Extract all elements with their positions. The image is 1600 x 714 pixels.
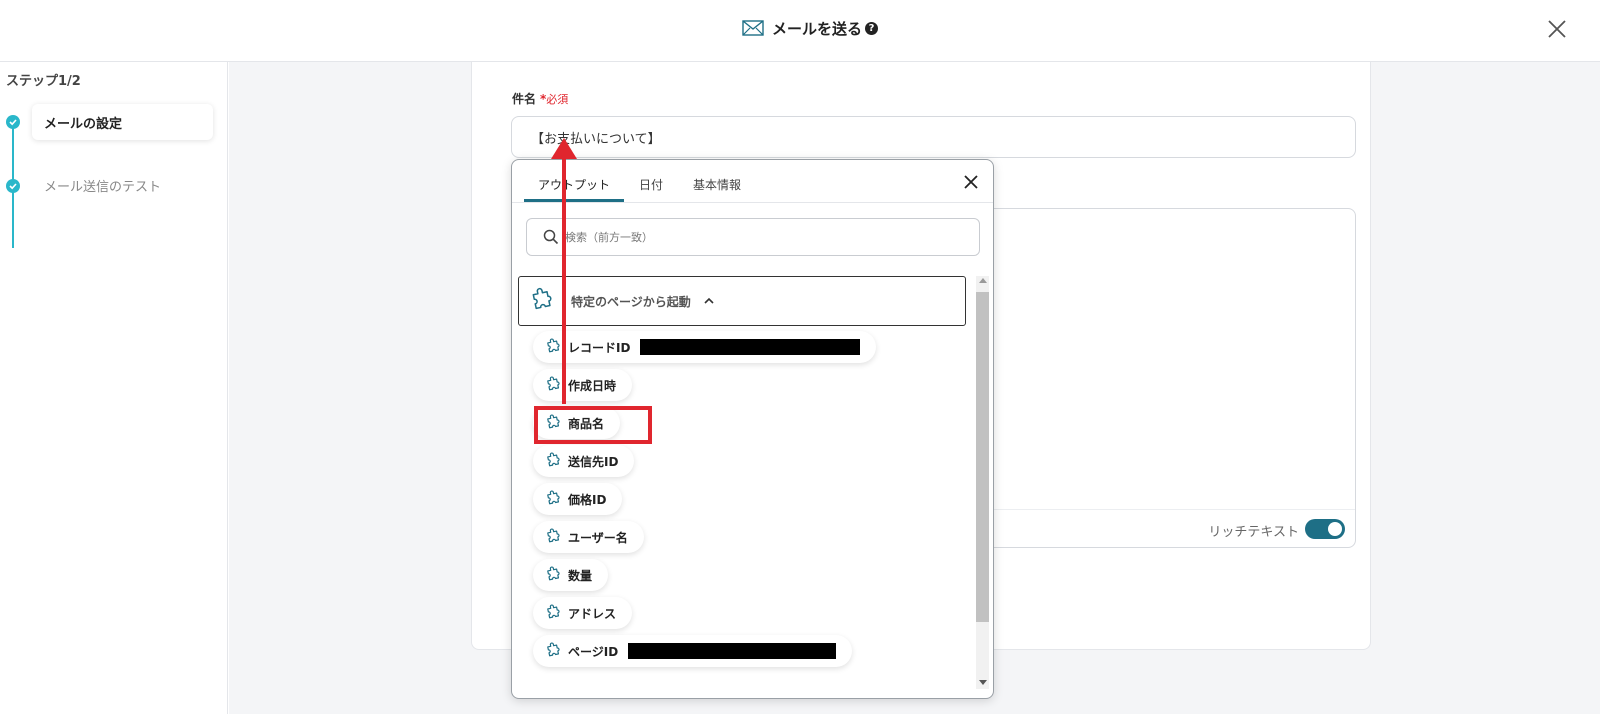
group-label: 特定のページから起動 xyxy=(571,294,691,309)
mail-icon xyxy=(742,20,764,36)
output-item-label: レコードID xyxy=(568,340,631,355)
puzzle-icon xyxy=(547,604,560,619)
rich-text-toggle[interactable] xyxy=(1305,519,1345,539)
step-counter: ステップ1/2 xyxy=(6,74,81,89)
scroll-down-arrow[interactable] xyxy=(979,680,987,685)
required-text: 必須 xyxy=(546,93,569,106)
scroll-up-arrow[interactable] xyxy=(979,278,987,283)
scrollbar-thumb[interactable] xyxy=(976,292,989,622)
step-check-icon xyxy=(6,115,20,129)
help-icon[interactable]: ? xyxy=(865,21,879,35)
output-item[interactable]: 数量 xyxy=(533,559,609,591)
step-sidebar: ステップ1/2 メールの設定 メール送信のテスト xyxy=(0,62,228,714)
toggle-knob xyxy=(1328,522,1342,536)
output-item-label: 送信先ID xyxy=(568,454,619,469)
tab-basic-info[interactable]: 基本情報 xyxy=(693,176,741,193)
subject-label: 件名 *必須 xyxy=(512,90,568,107)
output-item-label: ページID xyxy=(568,644,619,659)
output-item-label: ユーザー名 xyxy=(568,530,628,545)
output-item-label: アドレス xyxy=(568,606,617,621)
output-item[interactable]: アドレス xyxy=(533,597,633,629)
redacted-value xyxy=(640,339,861,355)
active-tab-indicator xyxy=(524,199,624,202)
puzzle-icon xyxy=(547,566,560,581)
popup-tabs: アウトプット 日付 基本情報 xyxy=(512,160,993,203)
output-item[interactable]: 送信先ID xyxy=(533,445,635,477)
search-input[interactable] xyxy=(565,230,965,244)
tab-output[interactable]: アウトプット xyxy=(538,176,610,193)
scrollbar[interactable] xyxy=(976,276,989,689)
puzzle-icon xyxy=(547,452,560,467)
step-mail-settings[interactable]: メールの設定 xyxy=(32,104,213,140)
output-item[interactable]: 作成日時 xyxy=(533,369,633,401)
close-icon[interactable] xyxy=(963,174,979,190)
subject-input[interactable]: 【お支払いについて】 xyxy=(511,116,1356,158)
step-mail-test[interactable]: メール送信のテスト xyxy=(44,176,161,195)
puzzle-icon xyxy=(547,376,560,391)
puzzle-icon xyxy=(532,287,552,310)
output-item-label: 数量 xyxy=(568,568,593,583)
puzzle-icon xyxy=(547,490,560,505)
step-check-icon xyxy=(6,179,20,193)
top-bar: メールを送る ? xyxy=(0,0,1600,62)
puzzle-icon xyxy=(547,642,560,657)
output-item-label: 商品名 xyxy=(568,416,605,431)
chevron-up-icon xyxy=(704,297,714,304)
output-item[interactable]: 商品名 xyxy=(533,407,621,439)
search-icon xyxy=(543,229,559,245)
output-item[interactable]: 価格ID xyxy=(533,483,623,515)
output-item-label: 作成日時 xyxy=(568,378,617,393)
tab-date[interactable]: 日付 xyxy=(639,176,663,193)
close-icon[interactable] xyxy=(1544,16,1570,42)
subject-label-text: 件名 xyxy=(512,92,537,106)
dialog-title: メールを送る xyxy=(772,19,863,38)
output-item[interactable]: ページID xyxy=(533,635,853,667)
output-item[interactable]: レコードID xyxy=(533,331,877,363)
puzzle-icon xyxy=(547,414,560,429)
output-item[interactable]: ユーザー名 xyxy=(533,521,644,553)
output-item-label: 価格ID xyxy=(568,492,607,507)
dialog-title-group: メールを送る ? xyxy=(742,16,879,40)
output-group-header[interactable]: 特定のページから起動 xyxy=(518,276,966,326)
variable-picker-popup: アウトプット 日付 基本情報 特定のページから起動 レコードID 作成日時商品名送… xyxy=(511,159,994,699)
search-box xyxy=(526,218,980,256)
rich-text-label: リッチテキスト xyxy=(1208,525,1299,540)
puzzle-icon xyxy=(547,528,560,543)
puzzle-icon xyxy=(547,338,560,353)
redacted-value xyxy=(628,643,837,659)
